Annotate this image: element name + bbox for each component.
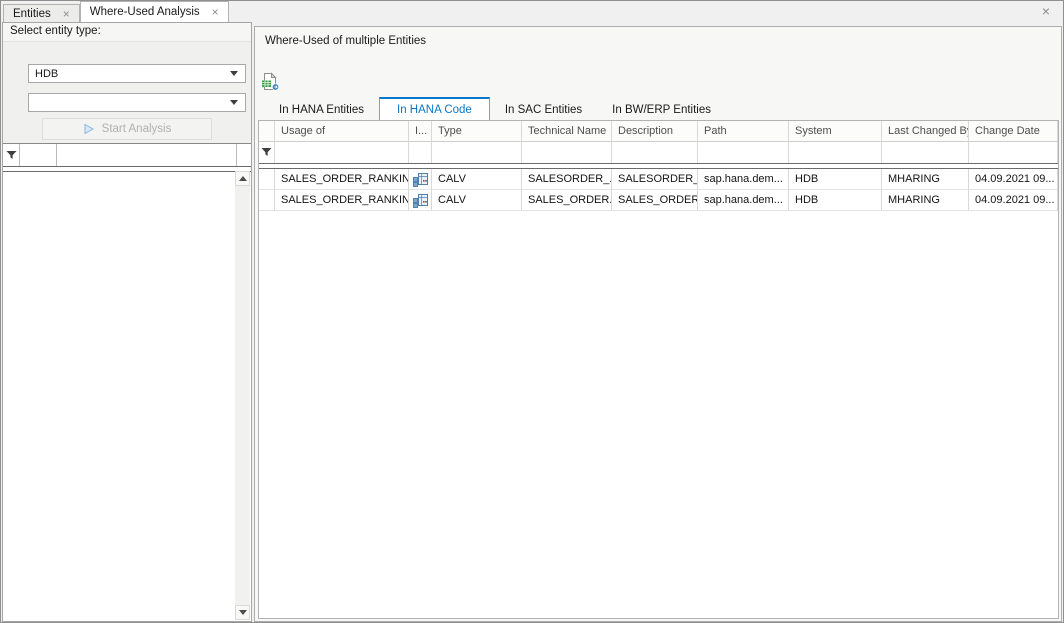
start-analysis-label: Start Analysis	[102, 123, 172, 135]
column-header-last-changed-by[interactable]: Last Changed By	[882, 121, 969, 142]
table-row[interactable]: SALES_ORDER_RANKING CALV SALESORDER_... …	[259, 169, 1058, 190]
tab-label: In SAC Entities	[505, 104, 582, 116]
panel-title: Where-Used of multiple Entities	[265, 35, 426, 47]
tab-in-sac-entities[interactable]: In SAC Entities	[490, 100, 597, 120]
play-icon	[83, 123, 95, 135]
cell-usage-of: SALES_ORDER_RANKING	[275, 190, 409, 211]
calculation-view-icon	[409, 190, 432, 211]
cell-change-date: 04.09.2021 09...	[969, 169, 1058, 190]
column-header-usage-of[interactable]: Usage of	[275, 121, 409, 142]
filter-icon[interactable]	[259, 142, 275, 163]
tab-entities-close-icon[interactable]: ×	[63, 9, 70, 19]
filter-cell-path[interactable]	[698, 142, 789, 163]
column-header-type[interactable]: Type	[432, 121, 522, 142]
column-header-system[interactable]: System	[789, 121, 882, 142]
cell-type: CALV	[432, 190, 522, 211]
cell-description: SALESORDER_...	[612, 169, 698, 190]
select-entity-type-label: Select entity type:	[10, 25, 101, 37]
start-analysis-button[interactable]: Start Analysis	[42, 118, 212, 140]
column-header-path[interactable]: Path	[698, 121, 789, 142]
chevron-down-icon[interactable]	[223, 100, 245, 105]
entity-list-filter-cell[interactable]	[19, 144, 57, 166]
column-header-description[interactable]: Description	[612, 121, 698, 142]
tab-label: In HANA Code	[397, 104, 472, 116]
entity-list-filter-row	[3, 144, 251, 166]
excel-export-icon[interactable]	[260, 71, 280, 91]
entity-selection-panel: Select entity type: HDB Start Analysis	[2, 22, 252, 622]
cell-path: sap.hana.dem...	[698, 190, 789, 211]
table-row[interactable]: SALES_ORDER_RANKING CALV SALES_ORDER... …	[259, 190, 1058, 211]
cell-technical-name: SALES_ORDER...	[522, 190, 612, 211]
filter-cell-description[interactable]	[612, 142, 698, 163]
tab-entities-label: Entities	[13, 8, 51, 20]
app-window: Entities × Where-Used Analysis × × Selec…	[0, 0, 1064, 623]
select-entity-type-header: Select entity type:	[3, 23, 251, 42]
panel-close-icon[interactable]: ×	[1042, 5, 1050, 17]
scroll-down-icon[interactable]	[235, 605, 250, 620]
cell-last-changed-by: MHARING	[882, 169, 969, 190]
calculation-view-icon	[409, 169, 432, 190]
filter-cell-icon[interactable]	[409, 142, 432, 163]
cell-system: HDB	[789, 169, 882, 190]
grid-separator	[3, 166, 251, 172]
column-header-icon[interactable]: I...	[409, 121, 432, 142]
column-header-technical-name[interactable]: Technical Name	[522, 121, 612, 142]
grid-filter-row	[259, 142, 1058, 163]
cell-last-changed-by: MHARING	[882, 190, 969, 211]
filter-cell-change-date[interactable]	[969, 142, 1058, 163]
cell-usage-of: SALES_ORDER_RANKING	[275, 169, 409, 190]
document-tab-bar: Entities × Where-Used Analysis ×	[1, 1, 1063, 22]
filter-cell-usage-of[interactable]	[275, 142, 409, 163]
cell-description: SALES_ORDER...	[612, 190, 698, 211]
cell-path: sap.hana.dem...	[698, 169, 789, 190]
cell-change-date: 04.09.2021 09...	[969, 190, 1058, 211]
row-indicator	[259, 169, 275, 190]
cell-type: CALV	[432, 169, 522, 190]
tab-label: In BW/ERP Entities	[612, 104, 711, 116]
tab-in-bw-erp-entities[interactable]: In BW/ERP Entities	[597, 100, 726, 120]
scroll-up-icon[interactable]	[235, 171, 250, 186]
grid-header-row: Usage of I... Type Technical Name Descri…	[259, 121, 1058, 142]
entity-dropdown[interactable]	[28, 93, 246, 112]
entity-type-dropdown-value: HDB	[35, 68, 58, 80]
tab-where-used-analysis-close-icon[interactable]: ×	[212, 7, 219, 17]
row-indicator	[259, 190, 275, 211]
tab-entities[interactable]: Entities ×	[3, 4, 80, 22]
tab-in-hana-code[interactable]: In HANA Code	[379, 97, 490, 120]
entity-type-dropdown[interactable]: HDB	[28, 64, 246, 83]
filter-cell-type[interactable]	[432, 142, 522, 163]
tab-label: In HANA Entities	[279, 104, 364, 116]
where-used-results-panel: Where-Used of multiple Entities In HANA …	[254, 26, 1062, 622]
vertical-scrollbar[interactable]	[235, 171, 250, 620]
entity-list-filter-cell[interactable]	[57, 144, 237, 166]
tab-where-used-analysis[interactable]: Where-Used Analysis ×	[80, 1, 229, 22]
cell-technical-name: SALESORDER_...	[522, 169, 612, 190]
grid-indicator-header	[259, 121, 275, 142]
result-tab-bar: In HANA Entities In HANA Code In SAC Ent…	[257, 97, 726, 120]
entity-list-grid	[3, 143, 251, 621]
filter-icon[interactable]	[3, 144, 19, 166]
filter-cell-technical-name[interactable]	[522, 142, 612, 163]
chevron-down-icon[interactable]	[223, 71, 245, 76]
cell-system: HDB	[789, 190, 882, 211]
tab-where-used-analysis-label: Where-Used Analysis	[90, 6, 200, 18]
results-grid: Usage of I... Type Technical Name Descri…	[258, 120, 1059, 619]
filter-cell-system[interactable]	[789, 142, 882, 163]
column-header-change-date[interactable]: Change Date	[969, 121, 1058, 142]
filter-cell-last-changed-by[interactable]	[882, 142, 969, 163]
entity-selection-form: HDB Start Analysis	[3, 42, 251, 146]
tab-in-hana-entities[interactable]: In HANA Entities	[264, 100, 379, 120]
